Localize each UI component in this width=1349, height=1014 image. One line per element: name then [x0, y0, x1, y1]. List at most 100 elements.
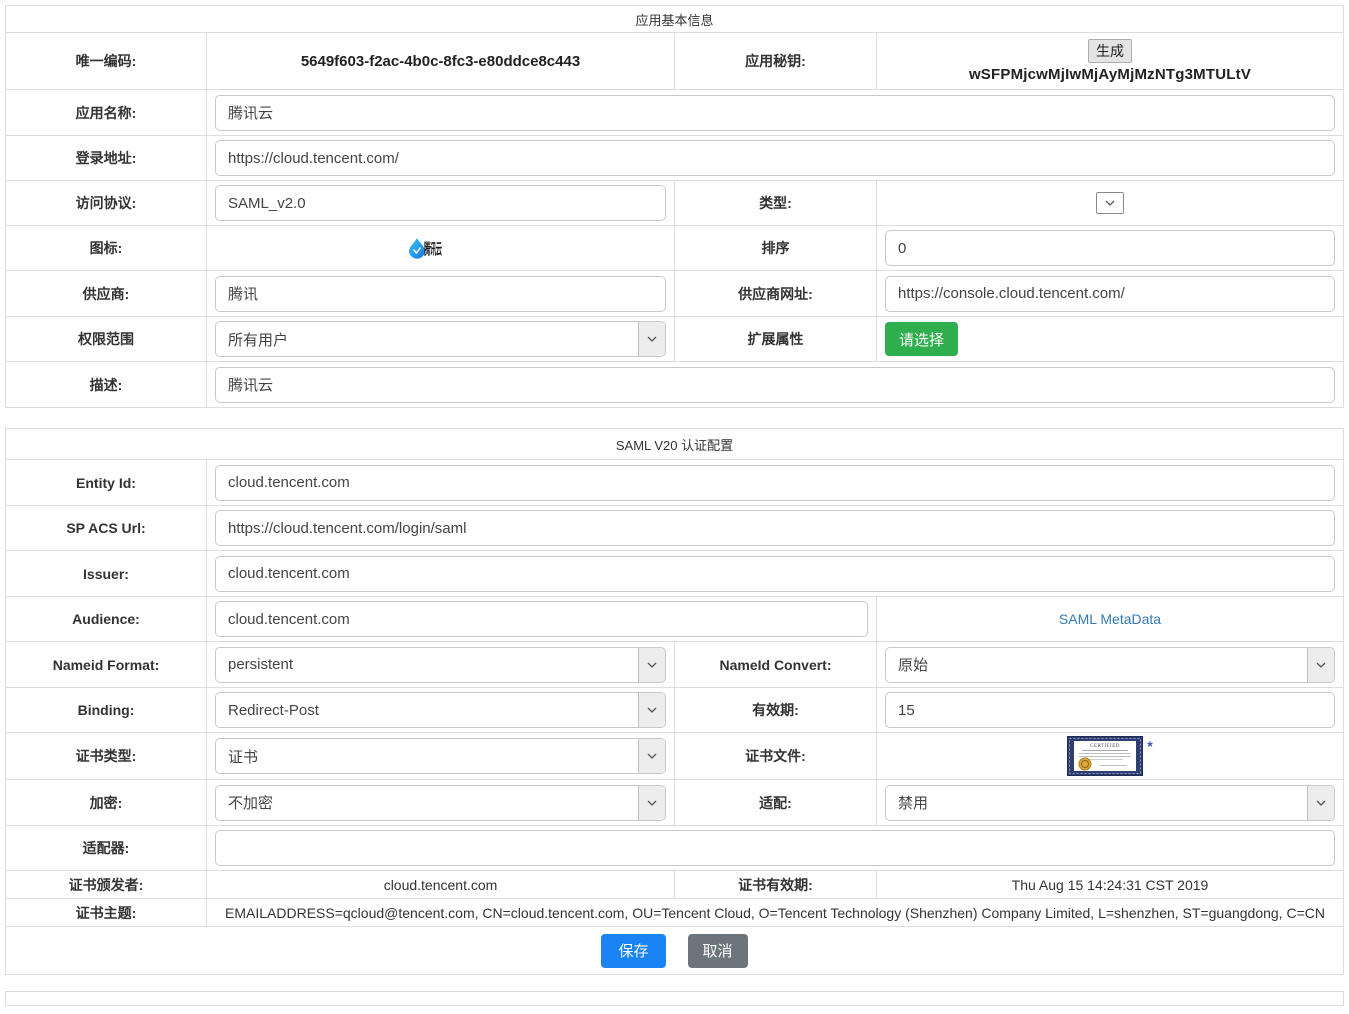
cancel-button[interactable]: 取消: [688, 934, 748, 968]
protocol-input[interactable]: [215, 185, 666, 221]
type-select[interactable]: [1096, 192, 1124, 214]
description-input[interactable]: [215, 367, 1335, 403]
row-app-name: 应用名称:: [6, 89, 1343, 135]
adaptation-select[interactable]: 禁用: [885, 785, 1335, 821]
entity-id-input[interactable]: [215, 465, 1335, 501]
encryption-select[interactable]: 不加密: [215, 785, 666, 821]
cert-type-select[interactable]: 证书: [215, 738, 666, 774]
app-name-cell: [206, 90, 1343, 135]
type-label: 类型:: [674, 181, 876, 225]
saml-metadata-link[interactable]: SAML MetaData: [1059, 611, 1161, 627]
adaptation-value: 禁用: [886, 792, 1307, 813]
app-secret-label: 应用秘钥:: [674, 33, 876, 89]
audience-label: Audience:: [6, 597, 206, 641]
adaptation-label: 适配:: [674, 780, 876, 825]
sort-input[interactable]: [885, 230, 1335, 266]
save-button[interactable]: 保存: [601, 934, 665, 968]
row-binding: Binding: Redirect-Post 有效期:: [6, 687, 1343, 732]
adapter-input[interactable]: [215, 830, 1335, 866]
protocol-label: 访问协议:: [6, 181, 206, 225]
description-label: 描述:: [6, 362, 206, 407]
scope-select[interactable]: 所有用户: [215, 321, 666, 357]
adapter-label: 适配器:: [6, 826, 206, 870]
row-cert-issuer: 证书颁发者: cloud.tencent.com 证书有效期: Thu Aug …: [6, 870, 1343, 898]
issuer-input[interactable]: [215, 556, 1335, 592]
sp-acs-url-cell: [206, 506, 1343, 550]
chevron-down-icon: [638, 648, 665, 682]
sort-cell: [876, 226, 1343, 270]
vendor-url-cell: [876, 271, 1343, 316]
vendor-cell: [206, 271, 674, 316]
cert-subject-value: EMAILADDRESS=qcloud@tencent.com, CN=clou…: [206, 899, 1343, 926]
row-adapter: 适配器:: [6, 825, 1343, 870]
issuer-label: Issuer:: [6, 551, 206, 596]
vendor-input[interactable]: [215, 276, 666, 312]
scope-label: 权限范围: [6, 317, 206, 361]
nameid-format-select[interactable]: persistent: [215, 647, 666, 683]
app-name-input[interactable]: [215, 95, 1335, 131]
icon-caption: 腾讯云: [424, 238, 445, 259]
ext-attr-label: 扩展属性: [674, 317, 876, 361]
row-scope: 权限范围 所有用户 扩展属性 请选择: [6, 316, 1343, 361]
panel-title-basic-info: 应用基本信息: [6, 6, 1343, 32]
nameid-format-label: Nameid Format:: [6, 642, 206, 687]
unique-code-label: 唯一编码:: [6, 33, 206, 89]
cert-type-label: 证书类型:: [6, 733, 206, 779]
audience-cell: [206, 597, 876, 641]
encryption-cell: 不加密: [206, 780, 674, 825]
generate-secret-button[interactable]: 生成: [1088, 39, 1132, 63]
cert-file-label: 证书文件:: [674, 733, 876, 779]
basic-info-panel: 应用基本信息 唯一编码: 5649f603-f2ac-4b0c-8fc3-e80…: [5, 5, 1344, 408]
entity-id-cell: [206, 460, 1343, 505]
app-name-label: 应用名称:: [6, 90, 206, 135]
vendor-url-input[interactable]: [885, 276, 1335, 312]
cert-type-cell: 证书: [206, 733, 674, 779]
row-unique-code: 唯一编码: 5649f603-f2ac-4b0c-8fc3-e80ddce8c4…: [6, 32, 1343, 89]
required-marker: *: [1147, 738, 1152, 754]
row-login-url: 登录地址:: [6, 135, 1343, 180]
footer-strip: [5, 991, 1344, 1006]
binding-select[interactable]: Redirect-Post: [215, 692, 666, 728]
nameid-convert-select[interactable]: 原始: [885, 647, 1335, 683]
row-description: 描述:: [6, 361, 1343, 407]
icon-cell: 腾讯云: [206, 226, 674, 270]
validity-input[interactable]: [885, 692, 1335, 728]
panel-title-saml-config: SAML V20 认证配置: [6, 429, 1343, 459]
nameid-format-value: persistent: [216, 656, 638, 673]
scope-select-value: 所有用户: [216, 329, 638, 350]
icon-label: 图标:: [6, 226, 206, 270]
certificate-thumbnail-icon[interactable]: CERTIFIED: [1067, 736, 1143, 776]
protocol-cell: [206, 181, 674, 225]
binding-label: Binding:: [6, 688, 206, 732]
row-sp-acs-url: SP ACS Url:: [6, 505, 1343, 550]
vendor-url-label: 供应商网址:: [674, 271, 876, 316]
row-nameid: Nameid Format: persistent NameId Convert…: [6, 641, 1343, 687]
app-secret-cell: 生成 wSFPMjcwMjIwMjAyMjMzNTg3MTULtV: [876, 33, 1343, 89]
ext-attr-select-button[interactable]: 请选择: [885, 322, 958, 356]
validity-cell: [876, 688, 1343, 732]
cert-issuer-label: 证书颁发者:: [6, 871, 206, 898]
vendor-label: 供应商:: [6, 271, 206, 316]
app-secret-value: wSFPMjcwMjIwMjAyMjMzNTg3MTULtV: [969, 66, 1251, 83]
tencent-cloud-logo-icon: 腾讯云: [408, 237, 474, 259]
chevron-down-icon: [638, 693, 665, 727]
audience-input[interactable]: [215, 601, 868, 637]
cert-validity-label: 证书有效期:: [674, 871, 876, 898]
cert-type-value: 证书: [216, 746, 638, 767]
row-audience: Audience: SAML MetaData: [6, 596, 1343, 641]
cert-issuer-value: cloud.tencent.com: [206, 871, 674, 898]
login-url-input[interactable]: [215, 140, 1335, 176]
nameid-convert-label: NameId Convert:: [674, 642, 876, 687]
chevron-down-icon: [638, 739, 665, 773]
nameid-convert-cell: 原始: [876, 642, 1343, 687]
svg-text:CERTIFIED: CERTIFIED: [1090, 744, 1120, 749]
saml-config-panel: SAML V20 认证配置 Entity Id: SP ACS Url: Iss…: [5, 428, 1344, 975]
cert-validity-value: Thu Aug 15 14:24:31 CST 2019: [876, 871, 1343, 898]
chevron-down-icon: [1307, 648, 1334, 682]
binding-cell: Redirect-Post: [206, 688, 674, 732]
login-url-label: 登录地址:: [6, 136, 206, 180]
sp-acs-url-input[interactable]: [215, 510, 1335, 546]
chevron-down-icon: [638, 322, 665, 356]
row-cert-subject: 证书主题: EMAILADDRESS=qcloud@tencent.com, C…: [6, 898, 1343, 926]
cert-subject-label: 证书主题:: [6, 899, 206, 926]
